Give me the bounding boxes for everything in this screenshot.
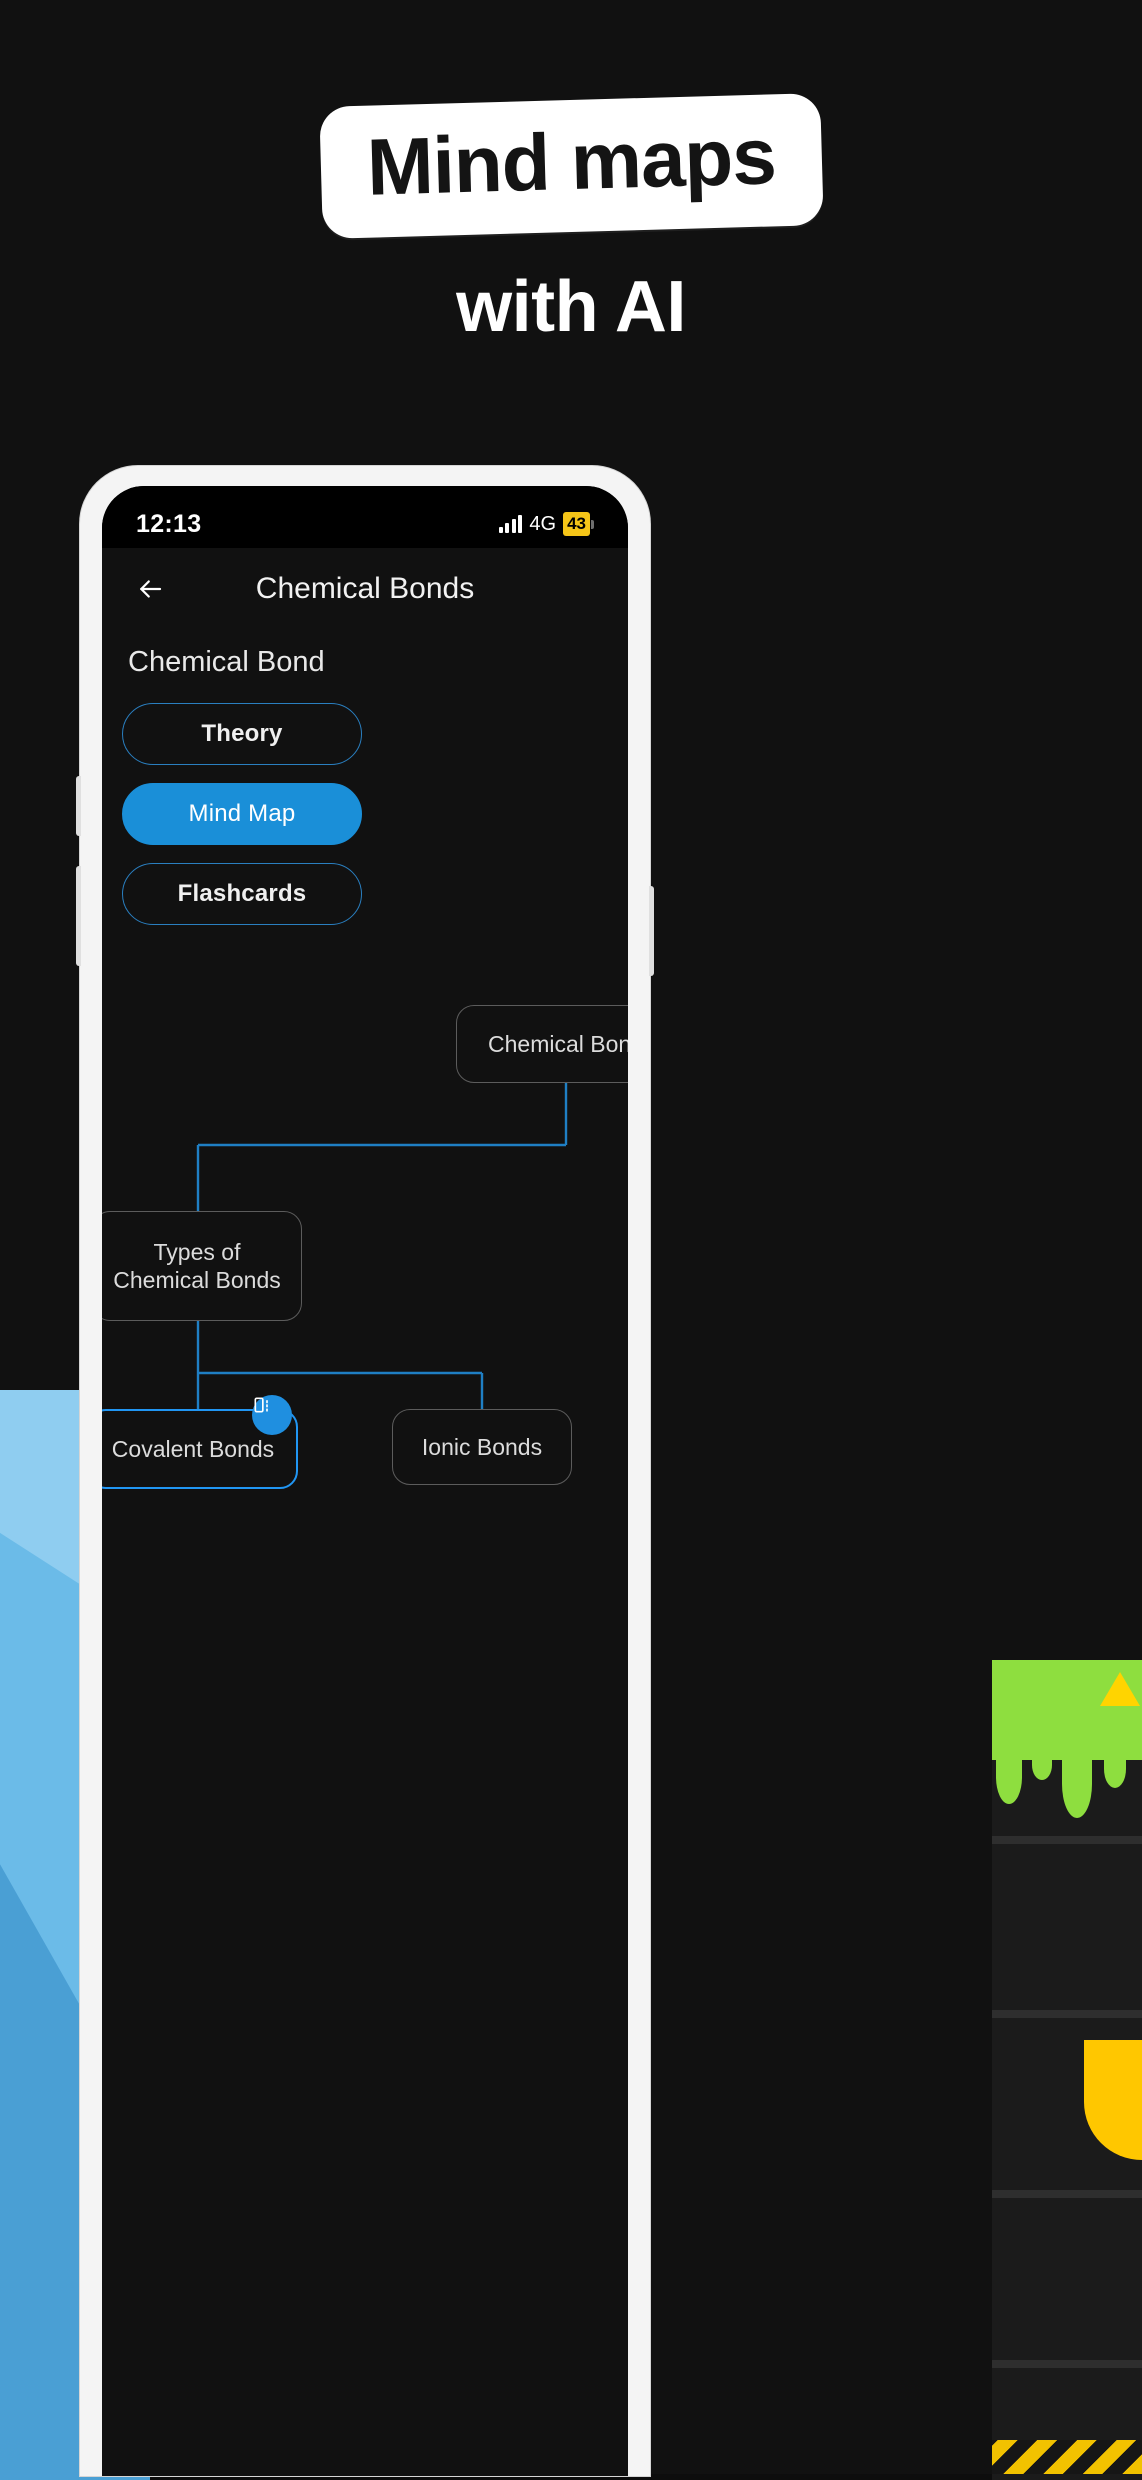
mindmap-connectors [196, 1083, 568, 1409]
warning-triangle-icon [1100, 1672, 1140, 1706]
tab-flashcards[interactable]: Flashcards [122, 863, 362, 925]
page-title: Chemical Bonds [255, 572, 475, 605]
phone-volume-down-button[interactable] [76, 866, 81, 966]
background-decoration-shelf [992, 2360, 1142, 2368]
background-decoration-drip [992, 1750, 1142, 1840]
subject-heading: Chemical Bond [128, 646, 325, 678]
status-bar: 12:13 4G 43 [102, 486, 628, 548]
status-bar-indicators: 4G 43 [498, 512, 594, 536]
headline-subtitle: with AI [456, 267, 686, 347]
phone-volume-up-button[interactable] [76, 776, 81, 836]
background-decoration-hazard-stripe [992, 2440, 1142, 2474]
phone-mockup: 12:13 4G 43 Chemical Bonds Chemical Bond… [76, 466, 654, 2476]
phone-screen: 12:13 4G 43 Chemical Bonds Chemical Bond… [102, 486, 628, 2476]
mindmap-canvas[interactable]: Chemical Bond Types of Chemical Bonds Co… [102, 949, 628, 2049]
tab-mind-map[interactable]: Mind Map [122, 783, 362, 845]
status-bar-time: 12:13 [136, 509, 202, 538]
background-decoration-shelf [992, 2190, 1142, 2198]
app-header: Chemical Bonds [102, 548, 628, 630]
tab-theory[interactable]: Theory [122, 703, 362, 765]
mindmap-node-chemical-bond[interactable]: Chemical Bond [456, 1005, 628, 1083]
background-decoration-shelf [992, 2010, 1142, 2018]
signal-bars-icon [498, 515, 523, 533]
headline-badge-text: Mind maps [365, 111, 777, 212]
mindmap-node-types[interactable]: Types of Chemical Bonds [102, 1211, 302, 1321]
mindmap-node-ionic-bonds[interactable]: Ionic Bonds [392, 1409, 572, 1485]
phone-power-button[interactable] [649, 886, 654, 976]
node-collapse-icon[interactable] [252, 1395, 292, 1435]
headline-badge: Mind maps [318, 93, 824, 239]
headline-section: Mind maps with AI [0, 0, 1142, 348]
network-type-label: 4G [529, 512, 557, 535]
tab-row: Theory Mind Map Flashcards [102, 685, 628, 925]
back-arrow-icon[interactable] [128, 567, 172, 611]
battery-icon: 43 [563, 512, 594, 536]
battery-cap [591, 519, 594, 529]
battery-percent-label: 43 [563, 512, 590, 536]
